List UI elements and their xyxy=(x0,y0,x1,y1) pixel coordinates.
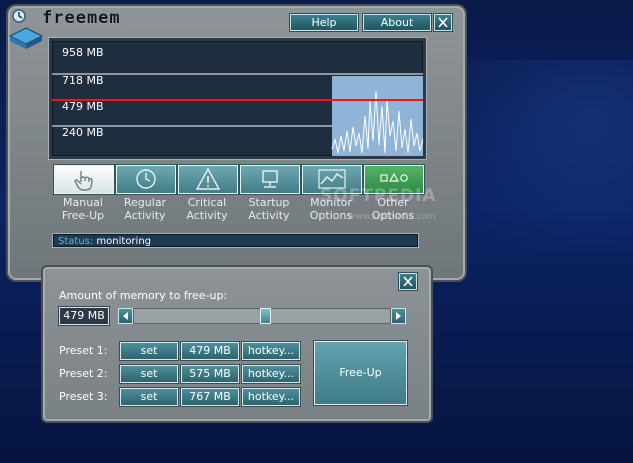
free-up-amount-slider[interactable] xyxy=(133,308,391,324)
preset-3-set-button[interactable]: set xyxy=(120,388,178,406)
arrow-right-icon xyxy=(396,312,401,320)
clock-icon xyxy=(136,169,156,189)
free-up-panel: Amount of memory to free-up: 479 MB Pres… xyxy=(41,265,433,423)
monitor-icon xyxy=(262,170,278,188)
preset-2-set-button[interactable]: set xyxy=(120,365,178,383)
close-icon xyxy=(403,276,413,287)
preset-3-value[interactable]: 767 MB xyxy=(181,388,239,406)
startup-activity-label: Startup Activity xyxy=(248,196,290,222)
status-key: Status: xyxy=(58,236,94,247)
free-up-amount-value: 479 MB xyxy=(59,307,109,325)
manual-free-up-button[interactable] xyxy=(54,165,114,194)
preset-2-label: Preset 2: xyxy=(59,367,108,380)
hand-cursor-icon xyxy=(74,171,93,191)
app-title: freemem xyxy=(42,8,121,28)
slider-thumb[interactable] xyxy=(260,308,271,324)
preset-2-hotkey-button[interactable]: hotkey... xyxy=(242,365,300,383)
watermark: SOFTPEDIA xyxy=(320,186,437,206)
arrow-left-icon xyxy=(123,312,128,320)
close-icon xyxy=(438,17,448,28)
preset-2-value[interactable]: 575 MB xyxy=(181,365,239,383)
preset-3-label: Preset 3: xyxy=(59,390,108,403)
status-bar: Status: monitoring xyxy=(53,234,418,247)
critical-activity-button[interactable] xyxy=(178,165,238,194)
preset-1-value[interactable]: 479 MB xyxy=(181,342,239,360)
startup-activity-button[interactable] xyxy=(240,165,300,194)
graph-label-479: 479 MB xyxy=(62,100,104,113)
main-window: freemem Help About 958 MB 718 MB 479 MB … xyxy=(6,4,467,282)
manual-free-up-label: Manual Free-Up xyxy=(61,196,105,222)
graph-label-240: 240 MB xyxy=(62,126,104,139)
regular-activity-label: Regular Activity xyxy=(123,196,167,222)
preset-3-hotkey-button[interactable]: hotkey... xyxy=(242,388,300,406)
close-button[interactable] xyxy=(434,14,452,31)
regular-activity-button[interactable] xyxy=(116,165,176,194)
preset-1-hotkey-button[interactable]: hotkey... xyxy=(242,342,300,360)
preset-1-label: Preset 1: xyxy=(59,344,108,357)
preset-1-set-button[interactable]: set xyxy=(120,342,178,360)
panel-close-button[interactable] xyxy=(399,273,417,290)
help-button[interactable]: Help xyxy=(290,14,358,31)
memory-usage-graph: 958 MB 718 MB 479 MB 240 MB xyxy=(49,38,426,159)
slider-left-button[interactable] xyxy=(118,308,133,324)
memory-graph-plot xyxy=(52,73,423,156)
graph-label-958: 958 MB xyxy=(62,46,104,59)
watermark-url: www.softpedia.com xyxy=(348,212,436,222)
status-value: monitoring xyxy=(96,236,152,247)
slider-right-button[interactable] xyxy=(391,308,406,324)
free-up-amount-label: Amount of memory to free-up: xyxy=(59,289,228,302)
about-button[interactable]: About xyxy=(363,14,431,31)
warning-icon xyxy=(195,167,221,190)
critical-activity-label: Critical Activity xyxy=(186,196,228,222)
graph-label-718: 718 MB xyxy=(62,74,104,87)
free-up-button[interactable]: Free-Up xyxy=(314,341,407,405)
